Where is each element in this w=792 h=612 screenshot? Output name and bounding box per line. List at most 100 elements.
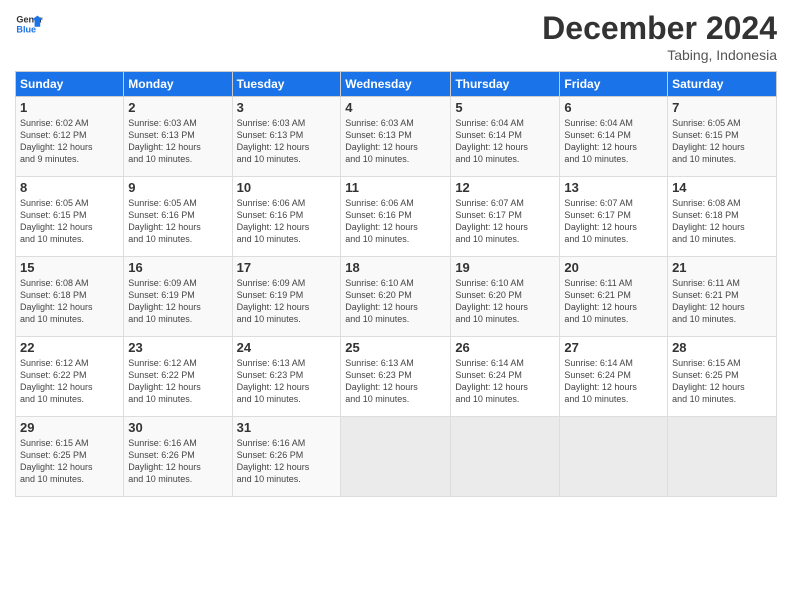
calendar-cell: 6 Sunrise: 6:04 AM Sunset: 6:14 PM Daylig… [560,97,668,177]
calendar-cell: 3 Sunrise: 6:03 AM Sunset: 6:13 PM Daylig… [232,97,341,177]
calendar-cell: 22Sunrise: 6:12 AM Sunset: 6:22 PM Dayli… [16,337,124,417]
month-title: December 2024 [542,10,777,47]
calendar-week-3: 22Sunrise: 6:12 AM Sunset: 6:22 PM Dayli… [16,337,777,417]
day-info: Sunrise: 6:14 AM Sunset: 6:24 PM Dayligh… [455,357,555,406]
calendar-cell: 21 Sunrise: 6:11 AM Sunset: 6:21 PM Dayli… [668,257,777,337]
logo: General Blue [15,10,45,38]
calendar-week-1: 8 Sunrise: 6:05 AM Sunset: 6:15 PM Daylig… [16,177,777,257]
day-number: 23 [128,340,227,355]
col-monday: Monday [124,72,232,97]
day-info: Sunrise: 6:15 AM Sunset: 6:25 PM Dayligh… [20,437,119,486]
calendar-cell: 9 Sunrise: 6:05 AM Sunset: 6:16 PM Daylig… [124,177,232,257]
day-info: Sunrise: 6:06 AM Sunset: 6:16 PM Dayligh… [345,197,446,246]
day-info: Sunrise: 6:11 AM Sunset: 6:21 PM Dayligh… [564,277,663,326]
day-number: 8 [20,180,119,195]
day-info: Sunrise: 6:03 AM Sunset: 6:13 PM Dayligh… [128,117,227,166]
day-number: 1 [20,100,119,115]
col-saturday: Saturday [668,72,777,97]
location-subtitle: Tabing, Indonesia [542,47,777,63]
day-info: Sunrise: 6:09 AM Sunset: 6:19 PM Dayligh… [237,277,337,326]
day-info: Sunrise: 6:09 AM Sunset: 6:19 PM Dayligh… [128,277,227,326]
calendar-cell: 13Sunrise: 6:07 AM Sunset: 6:17 PM Dayli… [560,177,668,257]
main-container: General Blue December 2024 Tabing, Indon… [0,0,792,507]
day-info: Sunrise: 6:16 AM Sunset: 6:26 PM Dayligh… [128,437,227,486]
day-number: 11 [345,180,446,195]
calendar-cell [341,417,451,497]
day-number: 9 [128,180,227,195]
day-info: Sunrise: 6:05 AM Sunset: 6:15 PM Dayligh… [672,117,772,166]
calendar-cell: 20Sunrise: 6:11 AM Sunset: 6:21 PM Dayli… [560,257,668,337]
day-number: 2 [128,100,227,115]
day-info: Sunrise: 6:05 AM Sunset: 6:15 PM Dayligh… [20,197,119,246]
day-info: Sunrise: 6:10 AM Sunset: 6:20 PM Dayligh… [455,277,555,326]
day-number: 19 [455,260,555,275]
day-number: 15 [20,260,119,275]
day-number: 30 [128,420,227,435]
calendar-cell: 11 Sunrise: 6:06 AM Sunset: 6:16 PM Dayli… [341,177,451,257]
day-info: Sunrise: 6:07 AM Sunset: 6:17 PM Dayligh… [455,197,555,246]
calendar-cell [668,417,777,497]
calendar-cell: 31Sunrise: 6:16 AM Sunset: 6:26 PM Dayli… [232,417,341,497]
calendar-cell: 24Sunrise: 6:13 AM Sunset: 6:23 PM Dayli… [232,337,341,417]
logo-icon: General Blue [15,10,43,38]
day-info: Sunrise: 6:08 AM Sunset: 6:18 PM Dayligh… [672,197,772,246]
day-number: 13 [564,180,663,195]
day-number: 7 [672,100,772,115]
calendar-cell: 23 Sunrise: 6:12 AM Sunset: 6:22 PM Dayli… [124,337,232,417]
day-info: Sunrise: 6:08 AM Sunset: 6:18 PM Dayligh… [20,277,119,326]
calendar-week-0: 1 Sunrise: 6:02 AM Sunset: 6:12 PM Daylig… [16,97,777,177]
col-wednesday: Wednesday [341,72,451,97]
day-number: 14 [672,180,772,195]
calendar-table: Sunday Monday Tuesday Wednesday Thursday… [15,71,777,497]
day-info: Sunrise: 6:10 AM Sunset: 6:20 PM Dayligh… [345,277,446,326]
header: General Blue December 2024 Tabing, Indon… [15,10,777,63]
day-info: Sunrise: 6:04 AM Sunset: 6:14 PM Dayligh… [455,117,555,166]
col-thursday: Thursday [451,72,560,97]
day-info: Sunrise: 6:05 AM Sunset: 6:16 PM Dayligh… [128,197,227,246]
day-number: 18 [345,260,446,275]
calendar-cell [560,417,668,497]
calendar-cell: 14 Sunrise: 6:08 AM Sunset: 6:18 PM Dayli… [668,177,777,257]
calendar-cell: 2 Sunrise: 6:03 AM Sunset: 6:13 PM Daylig… [124,97,232,177]
day-number: 3 [237,100,337,115]
calendar-cell: 19 Sunrise: 6:10 AM Sunset: 6:20 PM Dayli… [451,257,560,337]
calendar-cell: 8 Sunrise: 6:05 AM Sunset: 6:15 PM Daylig… [16,177,124,257]
calendar-cell: 28 Sunrise: 6:15 AM Sunset: 6:25 PM Dayli… [668,337,777,417]
day-number: 28 [672,340,772,355]
day-info: Sunrise: 6:03 AM Sunset: 6:13 PM Dayligh… [345,117,446,166]
day-number: 6 [564,100,663,115]
day-info: Sunrise: 6:03 AM Sunset: 6:13 PM Dayligh… [237,117,337,166]
day-number: 25 [345,340,446,355]
calendar-cell: 10Sunrise: 6:06 AM Sunset: 6:16 PM Dayli… [232,177,341,257]
calendar-cell: 16 Sunrise: 6:09 AM Sunset: 6:19 PM Dayli… [124,257,232,337]
calendar-week-2: 15 Sunrise: 6:08 AM Sunset: 6:18 PM Dayli… [16,257,777,337]
day-info: Sunrise: 6:04 AM Sunset: 6:14 PM Dayligh… [564,117,663,166]
day-info: Sunrise: 6:11 AM Sunset: 6:21 PM Dayligh… [672,277,772,326]
calendar-cell: 27Sunrise: 6:14 AM Sunset: 6:24 PM Dayli… [560,337,668,417]
calendar-cell: 30 Sunrise: 6:16 AM Sunset: 6:26 PM Dayli… [124,417,232,497]
calendar-cell: 7 Sunrise: 6:05 AM Sunset: 6:15 PM Daylig… [668,97,777,177]
day-number: 24 [237,340,337,355]
day-number: 31 [237,420,337,435]
day-number: 17 [237,260,337,275]
calendar-cell: 18 Sunrise: 6:10 AM Sunset: 6:20 PM Dayli… [341,257,451,337]
calendar-cell: 26Sunrise: 6:14 AM Sunset: 6:24 PM Dayli… [451,337,560,417]
day-info: Sunrise: 6:12 AM Sunset: 6:22 PM Dayligh… [20,357,119,406]
day-info: Sunrise: 6:14 AM Sunset: 6:24 PM Dayligh… [564,357,663,406]
calendar-cell: 4 Sunrise: 6:03 AM Sunset: 6:13 PM Daylig… [341,97,451,177]
day-number: 5 [455,100,555,115]
calendar-cell [451,417,560,497]
svg-text:Blue: Blue [16,24,36,34]
day-number: 21 [672,260,772,275]
calendar-cell: 5 Sunrise: 6:04 AM Sunset: 6:14 PM Daylig… [451,97,560,177]
day-info: Sunrise: 6:02 AM Sunset: 6:12 PM Dayligh… [20,117,119,166]
calendar-body: 1 Sunrise: 6:02 AM Sunset: 6:12 PM Daylig… [16,97,777,497]
day-number: 4 [345,100,446,115]
day-info: Sunrise: 6:12 AM Sunset: 6:22 PM Dayligh… [128,357,227,406]
day-number: 10 [237,180,337,195]
day-number: 16 [128,260,227,275]
header-row: Sunday Monday Tuesday Wednesday Thursday… [16,72,777,97]
calendar-cell: 1 Sunrise: 6:02 AM Sunset: 6:12 PM Daylig… [16,97,124,177]
col-friday: Friday [560,72,668,97]
day-info: Sunrise: 6:15 AM Sunset: 6:25 PM Dayligh… [672,357,772,406]
